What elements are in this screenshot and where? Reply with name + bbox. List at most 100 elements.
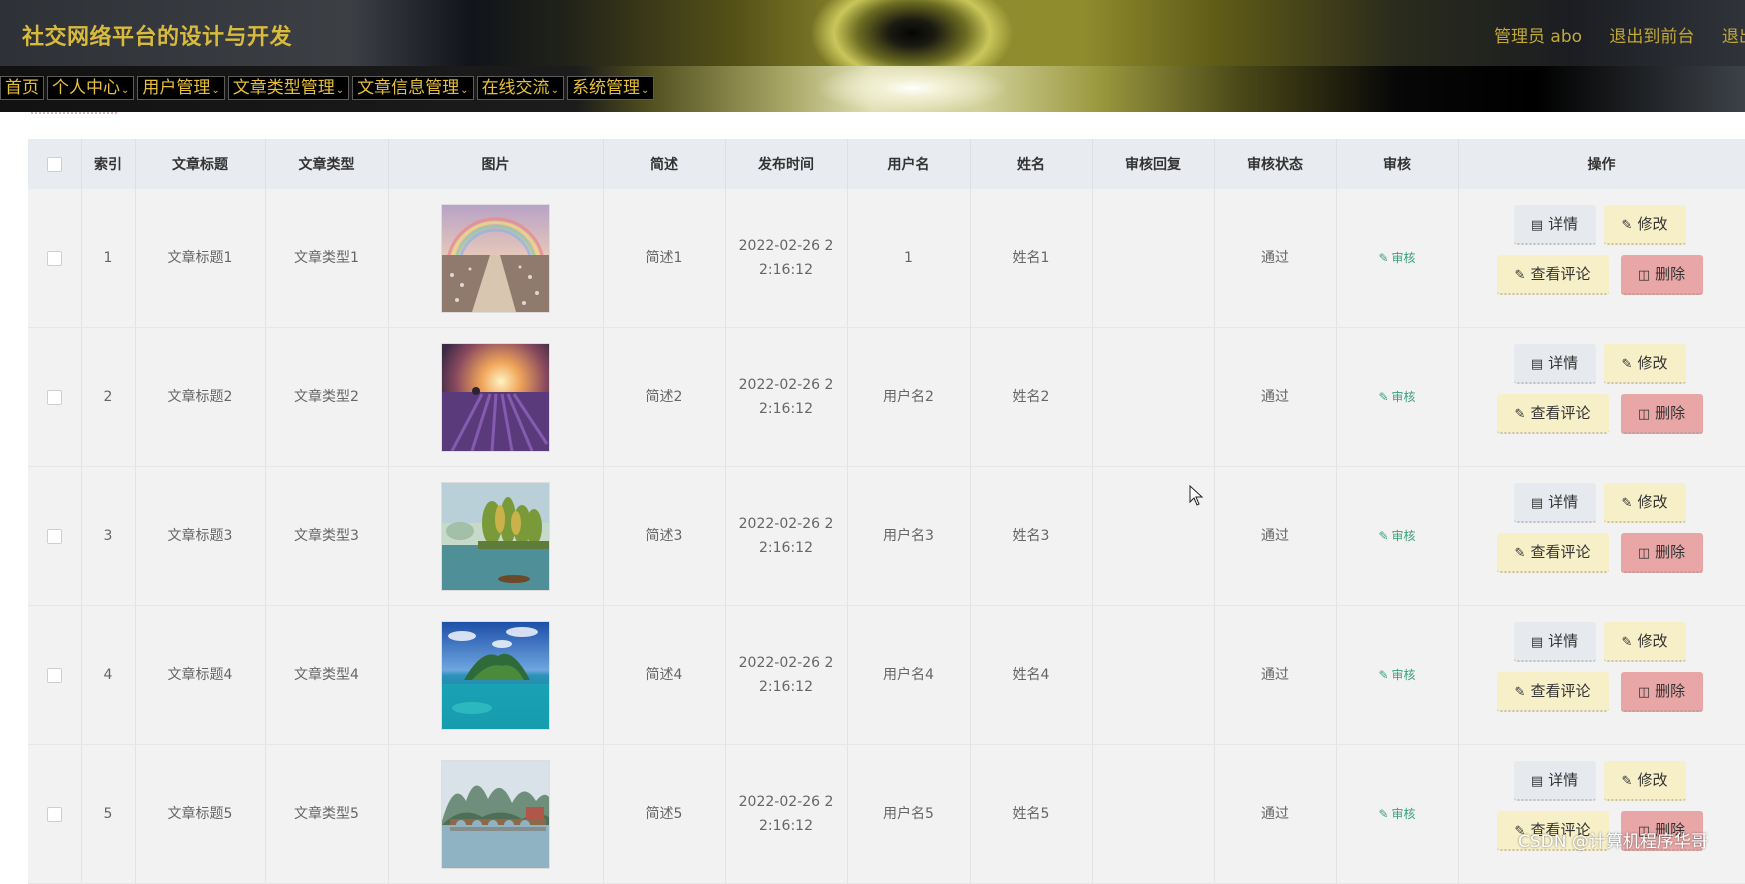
cell-audit: ✎ 审核	[1336, 189, 1459, 328]
cell-audit-reply	[1092, 327, 1215, 467]
table-row: 3 文章标题3 文章类型3 简述3 2022-02-26 2 2:16:12 用…	[28, 466, 1745, 606]
view-comments-button[interactable]: ✎ 查看评论	[1496, 672, 1609, 712]
audit-link[interactable]: ✎ 审核	[1378, 668, 1415, 682]
cell-title: 文章标题5	[135, 744, 266, 884]
cell-actions: ▤ 详情 ✎ 修改 ✎ 查看评论 ◫ 删除	[1458, 744, 1745, 884]
pencil-icon: ✎	[1378, 668, 1389, 682]
cell-index: 1	[81, 189, 136, 328]
trash-icon: ◫	[1637, 685, 1651, 700]
mouse-cursor-icon	[1189, 485, 1204, 506]
cell-type: 文章类型2	[265, 327, 389, 467]
edit-button-label: 修改	[1637, 354, 1668, 372]
delete-button[interactable]: ◫ 删除	[1620, 394, 1703, 434]
cell-publish-time: 2022-02-26 2 2:16:12	[725, 605, 848, 745]
trash-icon: ◫	[1637, 407, 1651, 422]
select-all-checkbox[interactable]	[46, 156, 62, 172]
view-comments-button[interactable]: ✎ 查看评论	[1496, 394, 1609, 434]
nav-item-label: 个人中心	[52, 78, 120, 98]
nav-item-system-management[interactable]: 系统管理⌄	[566, 76, 655, 100]
audit-link-label: 审核	[1391, 251, 1416, 265]
article-image-tropical-island[interactable]	[441, 620, 550, 730]
audit-link[interactable]: ✎ 审核	[1378, 807, 1415, 821]
table-row: 4 文章标题4 文章类型4 简述4 2022-02-26 2 2:16:12 用…	[28, 605, 1745, 745]
nav-divider	[31, 112, 117, 114]
nav-item-article-type-management[interactable]: 文章类型管理⌄	[227, 76, 350, 100]
row-checkbox[interactable]	[46, 806, 62, 822]
view-comments-button[interactable]: ✎ 查看评论	[1496, 533, 1609, 573]
nav-item-article-info-management[interactable]: 文章信息管理⌄	[352, 76, 474, 100]
select-all-header	[28, 139, 82, 189]
article-image-karst-bridge[interactable]	[441, 759, 550, 869]
edit-button[interactable]: ✎ 修改	[1603, 483, 1686, 523]
detail-button[interactable]: ▤ 详情	[1513, 205, 1596, 245]
edit-button[interactable]: ✎ 修改	[1603, 761, 1686, 801]
exit-to-frontend-link[interactable]: 退出到前台	[1609, 27, 1694, 47]
detail-button[interactable]: ▤ 详情	[1513, 483, 1596, 523]
chevron-down-icon: ⌄	[121, 85, 130, 96]
audit-link[interactable]: ✎ 审核	[1378, 529, 1415, 543]
view-comments-button[interactable]: ✎ 查看评论	[1496, 255, 1609, 295]
edit-button-label: 修改	[1637, 771, 1668, 789]
pencil-icon: ✎	[1621, 218, 1633, 233]
cell-type: 文章类型1	[265, 189, 389, 328]
delete-button[interactable]: ◫ 删除	[1620, 533, 1703, 573]
view-comments-button-label: 查看评论	[1530, 682, 1591, 700]
row-checkbox[interactable]	[46, 528, 62, 544]
row-checkbox[interactable]	[46, 250, 62, 266]
article-image-lavender-sunset[interactable]	[441, 342, 550, 452]
nav-item-home[interactable]: 首页	[0, 76, 44, 100]
detail-button[interactable]: ▤ 详情	[1513, 344, 1596, 384]
logout-link[interactable]: 退出	[1722, 27, 1745, 47]
article-image-rainbow-path[interactable]	[441, 203, 550, 313]
nav-item-personal-center[interactable]: 个人中心⌄	[47, 76, 135, 100]
top-header: 社交网络平台的设计与开发 管理员 abo 退出到前台 退出	[0, 0, 1745, 66]
nav-item-online-chat[interactable]: 在线交流⌄	[476, 76, 564, 100]
row-checkbox[interactable]	[46, 389, 62, 405]
cell-summary: 简述2	[603, 327, 726, 467]
cell-audit: ✎ 审核	[1336, 327, 1459, 467]
delete-button[interactable]: ◫ 删除	[1620, 672, 1703, 712]
cell-image	[388, 327, 604, 467]
trash-icon: ◫	[1637, 546, 1651, 561]
cell-audit-status: 通过	[1214, 189, 1337, 328]
document-icon: ▤	[1530, 774, 1544, 789]
cell-publish-time: 2022-02-26 2 2:16:12	[725, 466, 848, 606]
cell-type: 文章类型5	[265, 744, 389, 884]
main-nav: 首页 个人中心⌄ 用户管理⌄ 文章类型管理⌄ 文章信息管理⌄ 在线交流⌄ 系统管理⌄	[0, 66, 1745, 112]
top-links: 管理员 abo 退出到前台 退出	[1494, 22, 1745, 47]
audit-link[interactable]: ✎ 审核	[1378, 251, 1415, 265]
nav-menu: 首页 个人中心⌄ 用户管理⌄ 文章类型管理⌄ 文章信息管理⌄ 在线交流⌄ 系统管理⌄	[0, 76, 657, 100]
pencil-icon: ✎	[1378, 807, 1389, 821]
detail-button[interactable]: ▤ 详情	[1513, 761, 1596, 801]
article-image-lake-trees[interactable]	[441, 481, 550, 591]
column-header: 审核回复	[1092, 139, 1215, 189]
row-checkbox[interactable]	[46, 667, 62, 683]
cell-summary: 简述4	[603, 605, 726, 745]
cell-actions: ▤ 详情 ✎ 修改 ✎ 查看评论 ◫ 删除	[1458, 189, 1745, 328]
edit-button[interactable]: ✎ 修改	[1603, 344, 1686, 384]
delete-button[interactable]: ◫ 删除	[1620, 255, 1703, 295]
table-header-row: 索引 文章标题 文章类型 图片 简述 发布时间 用户名 姓名 审核回复 审核状态…	[28, 139, 1745, 189]
audit-link[interactable]: ✎ 审核	[1378, 390, 1415, 404]
detail-button[interactable]: ▤ 详情	[1513, 622, 1596, 662]
detail-button-label: 详情	[1548, 354, 1579, 372]
cell-index: 5	[81, 744, 136, 884]
admin-user-label: 管理员 abo	[1494, 27, 1583, 47]
cell-audit: ✎ 审核	[1336, 605, 1459, 745]
edit-button[interactable]: ✎ 修改	[1603, 622, 1686, 662]
table-row: 2 文章标题2 文章类型2 简述2 2022-02-26 2 2:16:12 用…	[28, 327, 1745, 467]
site-title: 社交网络平台的设计与开发	[22, 25, 293, 50]
cell-name: 姓名4	[970, 605, 1093, 745]
nav-item-label: 系统管理	[571, 78, 640, 98]
nav-item-user-management[interactable]: 用户管理⌄	[137, 76, 225, 100]
edit-button[interactable]: ✎ 修改	[1603, 205, 1686, 245]
chevron-down-icon: ⌄	[211, 85, 220, 96]
cell-summary: 简述3	[603, 466, 726, 606]
column-header: 简述	[603, 139, 726, 189]
detail-button-label: 详情	[1548, 771, 1579, 789]
cell-name: 姓名1	[970, 189, 1093, 328]
nav-item-label: 文章信息管理	[357, 78, 460, 98]
cell-name: 姓名5	[970, 744, 1093, 884]
cell-index: 4	[81, 605, 136, 745]
delete-button-label: 删除	[1655, 265, 1686, 283]
